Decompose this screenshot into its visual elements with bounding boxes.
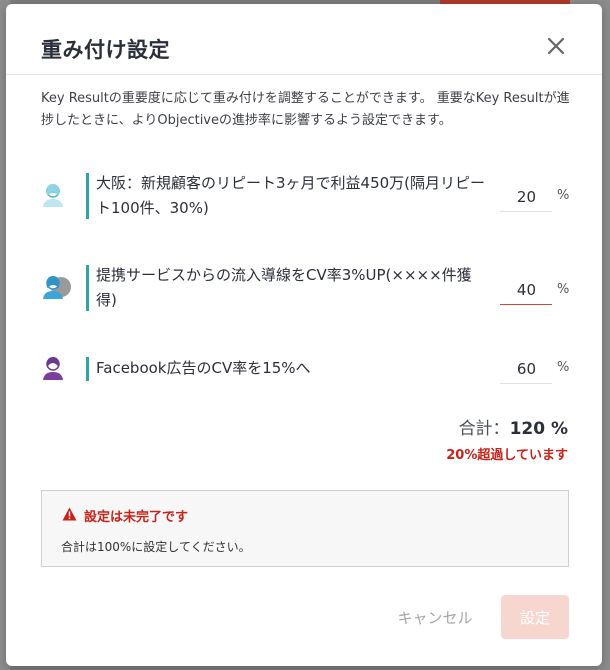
submit-button[interactable]: 設定 [501, 595, 569, 639]
incomplete-alert: 設定は未完了です 合計は100%に設定してください。 [41, 490, 569, 567]
key-result-row: 大阪：新規顧客のリピート3ヶ月で利益450万(隔月リピート100件、30%) % [6, 170, 602, 220]
header-divider [6, 74, 602, 75]
alert-body: 合計は100%に設定してください。 [61, 540, 251, 554]
alert-title: 設定は未完了です [84, 510, 189, 525]
dialog-description: Key Resultの重要度に応じて重み付けを調整することができます。 重要なK… [41, 91, 570, 128]
dialog-title: 重み付け設定 [41, 38, 170, 62]
key-result-row: Facebook広告のCV率を15%へ % [6, 354, 602, 384]
key-result-accent [86, 173, 89, 219]
avatar-icon [43, 276, 71, 299]
cancel-button[interactable]: キャンセル [386, 597, 484, 637]
weight-input[interactable] [500, 182, 552, 212]
key-result-title: 提携サービスからの流入導線をCV率3%UP(××××件獲得) [96, 266, 472, 309]
avatar-icon [43, 357, 63, 380]
key-result-accent [86, 265, 89, 311]
weight-input[interactable] [500, 275, 552, 305]
avatar-icon [43, 184, 63, 207]
key-result-row: 提携サービスからの流入導線をCV率3%UP(××××件獲得) % [6, 262, 602, 312]
total-summary: 合計：120 % [459, 414, 568, 439]
close-icon [547, 37, 565, 55]
weight-settings-dialog: 重み付け設定 Key Resultの重要度に応じて重み付けを調整することができま… [6, 4, 602, 666]
weight-unit: % [557, 360, 570, 375]
key-result-title: Facebook広告のCV率を15%へ [96, 359, 311, 377]
weight-unit: % [557, 282, 570, 297]
warning-icon [62, 507, 77, 521]
close-button[interactable] [544, 34, 568, 58]
total-value: 120 % [509, 419, 568, 439]
weight-input[interactable] [500, 354, 552, 384]
over-limit-message: 20%超過しています [446, 448, 568, 463]
key-result-accent [86, 357, 89, 381]
total-label: 合計： [458, 419, 510, 439]
weight-unit: % [557, 188, 570, 203]
key-result-title: 大阪：新規顧客のリピート3ヶ月で利益450万(隔月リピート100件、30%) [96, 174, 486, 217]
